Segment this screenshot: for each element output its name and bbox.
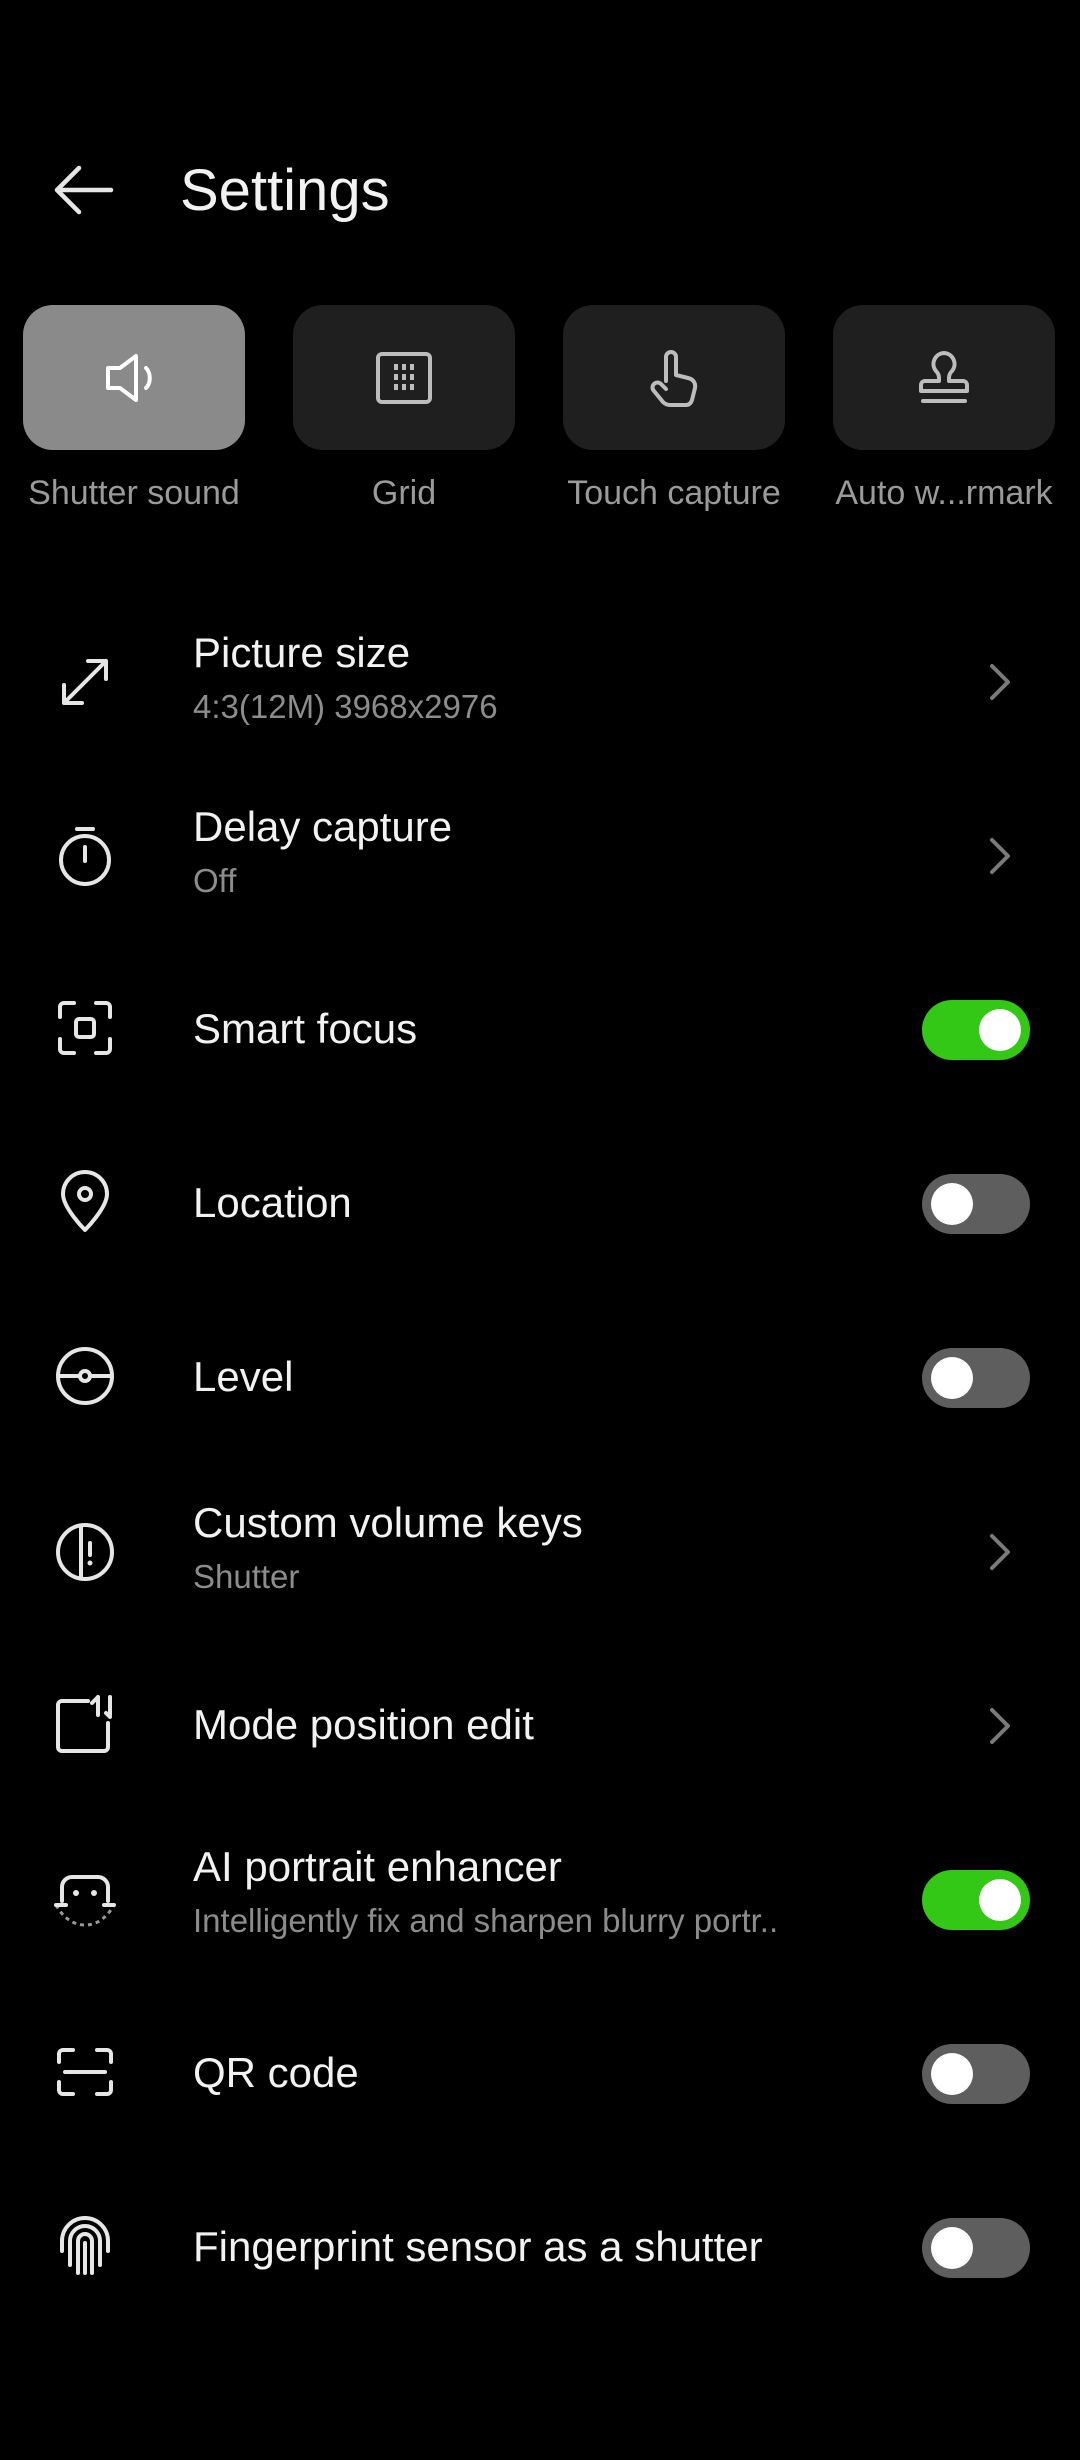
setting-location[interactable]: Location xyxy=(0,1117,1080,1291)
setting-smart-focus[interactable]: Smart focus xyxy=(0,943,1080,1117)
page-title: Settings xyxy=(180,158,390,223)
quick-settings: Shutter sound Grid Touch capture Auto w.… xyxy=(0,305,1080,535)
setting-label: Picture size xyxy=(193,629,411,676)
header: Settings xyxy=(0,120,1080,260)
fingerprint-icon xyxy=(50,2209,120,2279)
speaker-icon xyxy=(102,350,166,406)
hand-pointer-icon xyxy=(646,347,702,409)
quick-tile-label: Auto w...rmark xyxy=(835,474,1053,512)
toggle-knob xyxy=(931,1183,973,1225)
quick-tile-label: Grid xyxy=(371,474,437,512)
level-icon xyxy=(50,1341,120,1411)
qr-code-toggle[interactable] xyxy=(922,2044,1030,2104)
setting-label: Mode position edit xyxy=(193,1701,534,1748)
setting-mode-position-edit[interactable]: Mode position edit xyxy=(0,1639,1080,1813)
setting-delay-capture[interactable]: Delay capture Off xyxy=(0,769,1080,943)
quick-tile-label: Shutter sound xyxy=(28,474,240,512)
setting-label: Fingerprint sensor as a shutter xyxy=(193,2223,763,2270)
volume-key-icon xyxy=(50,1517,120,1587)
setting-custom-volume-keys[interactable]: Custom volume keys Shutter xyxy=(0,1465,1080,1639)
setting-value: Shutter xyxy=(193,1558,300,1595)
arrow-left-icon xyxy=(51,165,115,215)
quick-tile-grid[interactable]: Grid xyxy=(284,305,524,513)
fingerprint-toggle[interactable] xyxy=(922,2218,1030,2278)
chevron-right-icon xyxy=(980,652,1020,712)
stamp-icon xyxy=(915,349,973,407)
quick-tile-label: Touch capture xyxy=(567,474,781,512)
toggle-knob xyxy=(979,1009,1021,1051)
location-pin-icon xyxy=(50,1167,120,1237)
back-button[interactable] xyxy=(40,150,126,230)
chevron-right-icon xyxy=(980,1696,1020,1756)
grid-icon xyxy=(374,350,434,406)
setting-value: Off xyxy=(193,862,237,899)
resize-icon xyxy=(50,647,120,717)
ai-portrait-toggle[interactable] xyxy=(922,1870,1030,1930)
qr-scan-icon xyxy=(50,2037,120,2107)
quick-tile-button[interactable] xyxy=(563,305,785,450)
quick-tile-button[interactable] xyxy=(23,305,245,450)
setting-label: Smart focus xyxy=(193,1005,418,1052)
setting-ai-portrait-enhancer[interactable]: AI portrait enhancer Intelligently fix a… xyxy=(0,1813,1080,1987)
toggle-knob xyxy=(931,1357,973,1399)
quick-tile-touch-capture[interactable]: Touch capture xyxy=(554,305,794,513)
setting-label: QR code xyxy=(193,2049,359,2096)
quick-tile-button[interactable] xyxy=(293,305,515,450)
quick-tile-auto-watermark[interactable]: Auto w...rmark xyxy=(824,305,1064,513)
setting-fingerprint-shutter[interactable]: Fingerprint sensor as a shutter xyxy=(0,2161,1080,2335)
mode-edit-icon xyxy=(50,1689,120,1759)
setting-value: 4:3(12M) 3968x2976 xyxy=(193,688,498,725)
toggle-knob xyxy=(979,1879,1021,1921)
setting-picture-size[interactable]: Picture size 4:3(12M) 3968x2976 xyxy=(0,595,1080,769)
chevron-right-icon xyxy=(980,1522,1020,1582)
setting-label: Delay capture xyxy=(193,803,453,850)
quick-tile-shutter-sound[interactable]: Shutter sound xyxy=(14,305,254,513)
ai-portrait-icon xyxy=(50,1863,120,1933)
timer-icon xyxy=(50,821,120,891)
setting-label: Level xyxy=(193,1353,294,1400)
setting-label: AI portrait enhancer xyxy=(193,1843,562,1890)
smart-focus-toggle[interactable] xyxy=(922,1000,1030,1060)
setting-label: Custom volume keys xyxy=(193,1499,583,1546)
setting-qr-code[interactable]: QR code xyxy=(0,1987,1080,2161)
setting-label: Location xyxy=(193,1179,352,1226)
level-toggle[interactable] xyxy=(922,1348,1030,1408)
toggle-knob xyxy=(931,2053,973,2095)
toggle-knob xyxy=(931,2227,973,2269)
chevron-right-icon xyxy=(980,826,1020,886)
location-toggle[interactable] xyxy=(922,1174,1030,1234)
quick-tile-button[interactable] xyxy=(833,305,1055,450)
focus-frame-icon xyxy=(50,993,120,1063)
setting-level[interactable]: Level xyxy=(0,1291,1080,1465)
setting-description: Intelligently fix and sharpen blurry por… xyxy=(193,1902,779,1939)
